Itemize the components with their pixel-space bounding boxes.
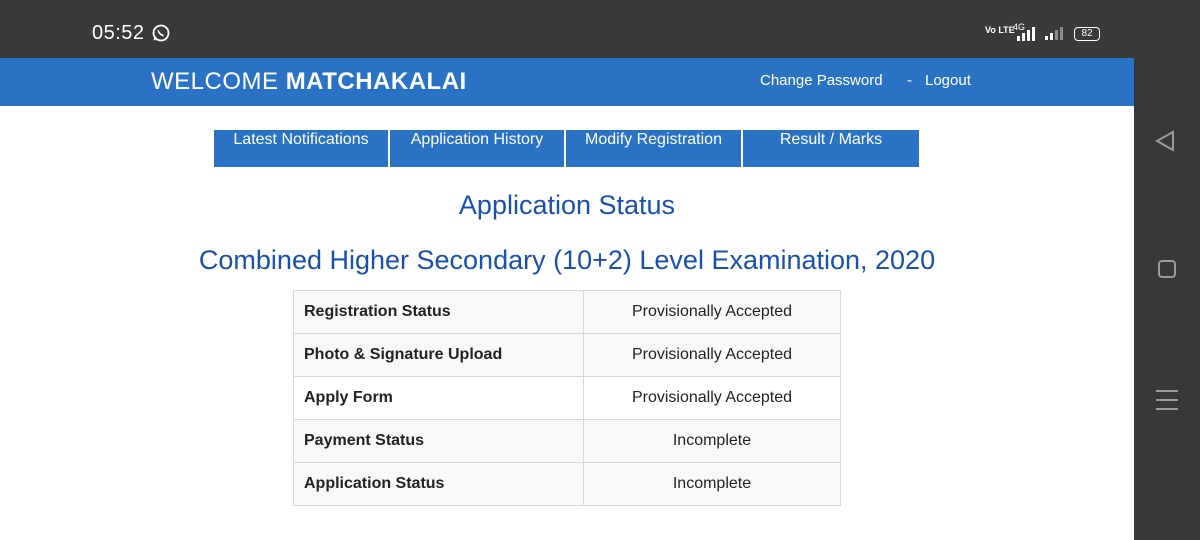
row-value: Incomplete [583,419,841,463]
exam-title: Combined Higher Secondary (10+2) Level E… [198,245,936,275]
page-title: Application Status [458,190,676,220]
logout-link[interactable]: Logout [925,72,971,89]
tab-application-history[interactable]: Application History [390,130,566,167]
recents-icon[interactable] [1156,390,1178,417]
status-table: Registration Status Provisionally Accept… [293,290,841,506]
row-label: Payment Status [293,419,584,463]
volte-indicator: Vo LTE [985,25,1015,35]
row-label: Apply Form [293,376,584,420]
row-value: Provisionally Accepted [583,333,841,377]
table-row: Payment Status Incomplete [293,419,841,463]
header-separator: - [907,72,912,89]
row-label: Registration Status [293,290,584,334]
row-label: Photo & Signature Upload [293,333,584,377]
battery-icon: 82 [1074,27,1100,41]
row-value: Provisionally Accepted [583,290,841,334]
back-icon[interactable] [1154,130,1176,152]
table-row: Apply Form Provisionally Accepted [293,376,841,420]
site-header: WELCOME MATCHAKALAI Change Password - Lo… [0,58,1134,106]
whatsapp-icon [152,24,170,42]
table-row: Registration Status Provisionally Accept… [293,290,841,334]
change-password-link[interactable]: Change Password [760,72,883,89]
row-value: Incomplete [583,462,841,506]
row-value: Provisionally Accepted [583,376,841,420]
android-status-bar: 05:52 Vo LTE 4G 82 [0,0,1200,58]
table-row: Application Status Incomplete [293,462,841,506]
tab-modify-registration[interactable]: Modify Registration [566,130,743,167]
row-label: Application Status [293,462,584,506]
tab-latest-notifications[interactable]: Latest Notifications [214,130,390,167]
clock: 05:52 [92,22,145,44]
welcome-prefix: WELCOME [151,68,279,95]
table-row: Photo & Signature Upload Provisionally A… [293,333,841,377]
android-nav-bar [1134,58,1200,540]
welcome-message: WELCOME MATCHAKALAI [151,68,467,96]
tab-bar: Latest Notifications Application History… [214,130,919,167]
username: MATCHAKALAI [285,68,467,95]
signal-strength-icon [1045,27,1063,40]
tab-result-marks[interactable]: Result / Marks [743,130,919,167]
home-icon[interactable] [1158,260,1176,278]
battery-level: 82 [1081,28,1093,39]
